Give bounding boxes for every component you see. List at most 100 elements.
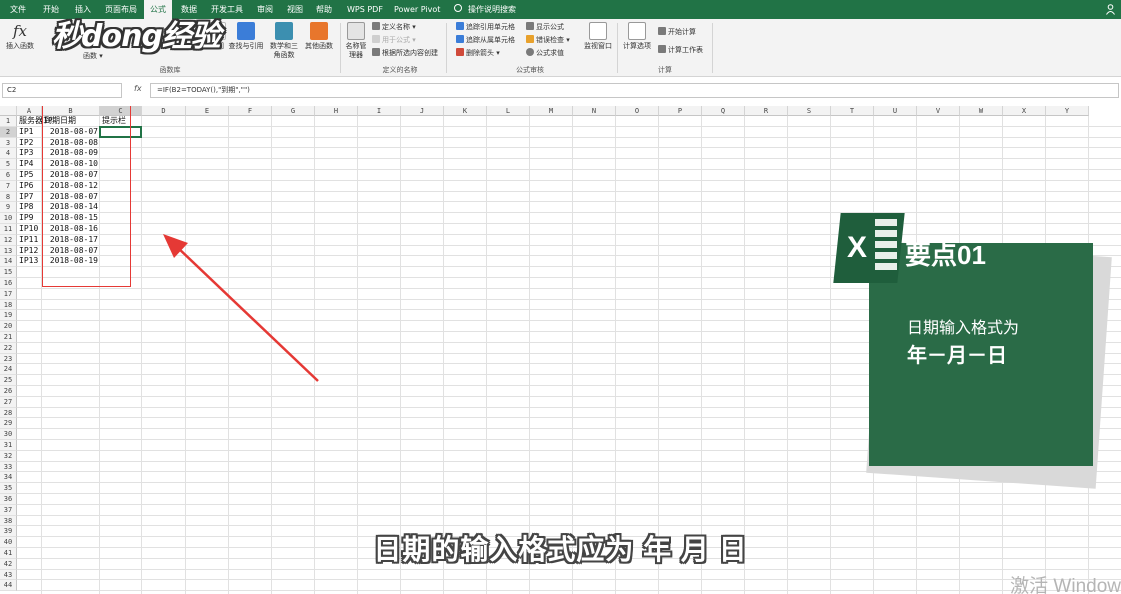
row-header[interactable]: 26: [0, 386, 17, 397]
row-header[interactable]: 23: [0, 353, 17, 365]
use-in-formula-button[interactable]: 用于公式 ▾: [372, 35, 416, 46]
row-header[interactable]: 3: [0, 137, 17, 149]
row-header[interactable]: 28: [0, 407, 17, 419]
user-icon[interactable]: [1106, 4, 1115, 15]
row-header[interactable]: 12: [0, 234, 17, 246]
trace-dependents-button[interactable]: 追踪从属单元格: [456, 35, 515, 46]
calc-now-button[interactable]: 开始计算: [658, 27, 696, 38]
error-checking-button[interactable]: 错误检查 ▾: [526, 35, 570, 46]
menu-tab[interactable]: 帮助: [316, 0, 332, 19]
ip-cell[interactable]: IP2: [19, 138, 33, 149]
row-header[interactable]: 37: [0, 504, 17, 516]
column-header[interactable]: N: [573, 106, 616, 116]
ip-cell[interactable]: IP4: [19, 159, 33, 170]
row-header[interactable]: 21: [0, 332, 17, 343]
column-header[interactable]: Q: [702, 106, 745, 116]
column-header[interactable]: W: [960, 106, 1003, 116]
menu-tab[interactable]: 开发工具: [211, 0, 243, 19]
row-header[interactable]: 10: [0, 213, 17, 224]
lookup-reference-button[interactable]: 查找与引用: [228, 22, 264, 51]
calc-options-button[interactable]: 计算选项: [620, 22, 654, 51]
ip-cell[interactable]: IP5: [19, 170, 33, 181]
menu-tab[interactable]: WPS PDF: [347, 0, 383, 19]
name-box[interactable]: C2: [2, 83, 122, 98]
column-header[interactable]: U: [874, 106, 917, 116]
menu-tab[interactable]: 公式: [144, 0, 172, 19]
row-header[interactable]: 44: [0, 580, 17, 592]
fx-icon[interactable]: fx: [134, 84, 142, 93]
menu-tab[interactable]: 文件: [10, 0, 26, 19]
row-header[interactable]: 22: [0, 342, 17, 354]
row-header[interactable]: 16: [0, 278, 17, 289]
row-header[interactable]: 17: [0, 288, 17, 300]
row-header[interactable]: 33: [0, 461, 17, 473]
column-header[interactable]: I: [358, 106, 401, 116]
ip-cell[interactable]: IP10: [19, 224, 38, 235]
ip-cell[interactable]: IP9: [19, 213, 33, 224]
menu-tab[interactable]: 审阅: [257, 0, 273, 19]
row-header[interactable]: 5: [0, 159, 17, 170]
row-header[interactable]: 34: [0, 472, 17, 484]
column-header[interactable]: F: [229, 106, 272, 116]
trace-precedents-button[interactable]: 追踪引用单元格: [456, 22, 515, 33]
column-header[interactable]: G: [272, 106, 315, 116]
insert-function-button[interactable]: fx 插入函数: [4, 22, 36, 51]
row-header[interactable]: 4: [0, 148, 17, 160]
name-manager-button[interactable]: 名称管理器: [343, 22, 369, 60]
row-header[interactable]: 36: [0, 494, 17, 505]
ip-cell[interactable]: IP8: [19, 202, 33, 213]
row-header[interactable]: 8: [0, 191, 17, 203]
menu-tab[interactable]: 插入: [75, 0, 91, 19]
menu-tab[interactable]: 视图: [287, 0, 303, 19]
column-header[interactable]: V: [917, 106, 960, 116]
row-header[interactable]: 1: [0, 116, 17, 127]
menu-tab[interactable]: 数据: [181, 0, 197, 19]
row-header[interactable]: 11: [0, 224, 17, 235]
row-header[interactable]: 9: [0, 202, 17, 214]
menu-tab[interactable]: Power Pivot: [394, 0, 440, 19]
more-functions-button[interactable]: 其他函数: [304, 22, 334, 51]
tell-me-search[interactable]: 操作说明搜索: [468, 0, 516, 19]
column-header[interactable]: M: [530, 106, 573, 116]
row-header[interactable]: 14: [0, 256, 17, 268]
column-header[interactable]: R: [745, 106, 788, 116]
column-header[interactable]: X: [1003, 106, 1046, 116]
row-header[interactable]: 30: [0, 429, 17, 440]
column-header[interactable]: A: [17, 106, 42, 116]
column-header[interactable]: T: [831, 106, 874, 116]
select-all-corner[interactable]: [0, 106, 17, 116]
column-header[interactable]: J: [401, 106, 444, 116]
menu-tab[interactable]: 页面布局: [105, 0, 137, 19]
row-header[interactable]: 29: [0, 418, 17, 430]
row-header[interactable]: 31: [0, 440, 17, 451]
column-header[interactable]: S: [788, 106, 831, 116]
ip-cell[interactable]: IP7: [19, 192, 33, 203]
calc-sheet-button[interactable]: 计算工作表: [658, 45, 703, 56]
row-header[interactable]: 38: [0, 515, 17, 527]
column-header[interactable]: K: [444, 106, 487, 116]
row-header[interactable]: 24: [0, 364, 17, 376]
ip-cell[interactable]: IP11: [19, 235, 38, 246]
row-header[interactable]: 2: [0, 126, 17, 138]
column-header[interactable]: O: [616, 106, 659, 116]
column-header[interactable]: L: [487, 106, 530, 116]
column-header[interactable]: Y: [1046, 106, 1089, 116]
remove-arrows-button[interactable]: 删除箭头 ▾: [456, 48, 500, 59]
row-header[interactable]: 15: [0, 267, 17, 278]
row-header[interactable]: 35: [0, 483, 17, 494]
row-header[interactable]: 43: [0, 569, 17, 581]
row-header[interactable]: 6: [0, 170, 17, 181]
ip-cell[interactable]: IP1: [19, 127, 33, 138]
row-header[interactable]: 7: [0, 180, 17, 192]
ip-cell[interactable]: IP12: [19, 246, 38, 257]
ip-cell[interactable]: IP13: [19, 256, 38, 267]
define-name-button[interactable]: 定义名称 ▾: [372, 22, 416, 33]
math-trig-button[interactable]: 数学和三角函数: [268, 22, 300, 60]
row-header[interactable]: 13: [0, 245, 17, 257]
ip-cell[interactable]: IP3: [19, 148, 33, 159]
menu-tab[interactable]: 开始: [43, 0, 59, 19]
create-from-selection-button[interactable]: 根据所选内容创建: [372, 48, 438, 59]
row-header[interactable]: 19: [0, 310, 17, 322]
column-header[interactable]: H: [315, 106, 358, 116]
row-header[interactable]: 25: [0, 375, 17, 386]
